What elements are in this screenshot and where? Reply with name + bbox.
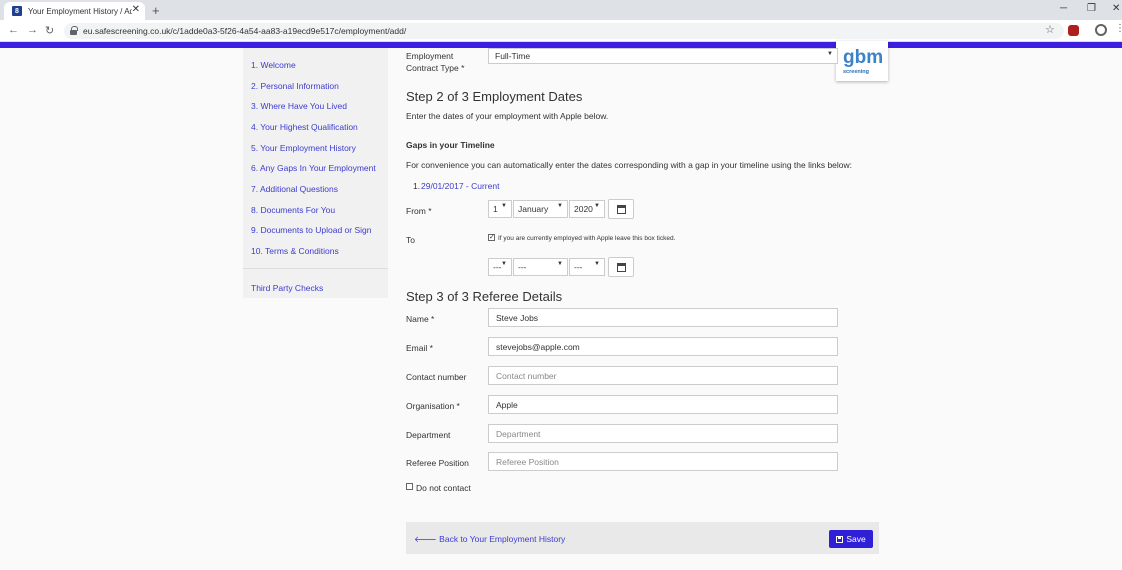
- from-year-select[interactable]: 2020 ▼: [569, 200, 605, 218]
- to-day-select[interactable]: --- ▼: [488, 258, 512, 276]
- name-label: Name *: [406, 314, 435, 324]
- menu-dots-icon[interactable]: ⋮: [1115, 23, 1122, 34]
- from-label: From *: [406, 206, 432, 216]
- new-tab-icon[interactable]: +: [152, 3, 160, 18]
- contract-type-value: Full-Time: [495, 51, 531, 61]
- save-button[interactable]: Save: [829, 530, 873, 548]
- browser-tab-strip: 8 Your Employment History / Add ✕ + ─ ❐ …: [0, 0, 1122, 20]
- favicon-icon: 8: [12, 6, 22, 16]
- sidebar-item-terms-conditions[interactable]: 10. Terms & Conditions: [251, 246, 339, 256]
- from-year-value: 2020: [574, 204, 593, 214]
- organisation-field[interactable]: [488, 395, 838, 414]
- address-bar[interactable]: eu.safescreening.co.uk/c/1adde0a3-5f26-4…: [64, 23, 1064, 39]
- browser-tab[interactable]: 8 Your Employment History / Add ✕: [4, 2, 145, 20]
- from-calendar-button[interactable]: [608, 199, 634, 219]
- currently-employed-checkbox[interactable]: ✓: [488, 234, 495, 241]
- referee-position-label: Referee Position: [406, 458, 469, 468]
- calendar-icon: [617, 205, 626, 214]
- do-not-contact-checkbox[interactable]: [406, 483, 413, 490]
- sidebar-item-highest-qualification[interactable]: 4. Your Highest Qualification: [251, 122, 358, 132]
- contract-type-label-line2: Contract Type *: [406, 63, 465, 73]
- do-not-contact-label: Do not contact: [416, 483, 471, 493]
- logo-mark-icon: gbm: [842, 45, 882, 67]
- floppy-disk-icon: [836, 535, 844, 543]
- contact-number-field[interactable]: [488, 366, 838, 385]
- restore-icon[interactable]: ❐: [1087, 3, 1096, 14]
- back-to-employment-history-link[interactable]: 🡐 Back to Your Employment History: [414, 534, 565, 545]
- from-day-select[interactable]: 1 ▼: [488, 200, 512, 218]
- chevron-down-icon: ▼: [594, 261, 600, 267]
- sidebar-item-additional-questions[interactable]: 7. Additional Questions: [251, 184, 338, 194]
- from-day-value: 1: [493, 204, 498, 214]
- currently-employed-text: If you are currently employed with Apple…: [498, 235, 676, 242]
- profile-icon[interactable]: [1095, 24, 1107, 36]
- browser-toolbar: ← → ↻ eu.safescreening.co.uk/c/1adde0a3-…: [0, 20, 1122, 42]
- contact-number-label: Contact number: [406, 372, 467, 382]
- from-month-select[interactable]: January ▼: [513, 200, 568, 218]
- department-label: Department: [406, 430, 451, 440]
- sidebar-item-documents-for-you[interactable]: 8. Documents For You: [251, 205, 335, 215]
- back-arrow-icon[interactable]: ←: [8, 24, 19, 36]
- contract-type-select[interactable]: Full-Time ▼: [488, 48, 838, 64]
- to-month-value: ---: [518, 262, 527, 272]
- gaps-text: For convenience you can automatically en…: [406, 160, 853, 170]
- to-year-select[interactable]: --- ▼: [569, 258, 605, 276]
- sidebar-item-welcome[interactable]: 1. Welcome: [251, 60, 296, 70]
- window-close-icon[interactable]: ✕: [1112, 3, 1120, 14]
- sidebar-item-documents-upload-sign[interactable]: 9. Documents to Upload or Sign: [251, 225, 371, 235]
- chevron-down-icon: ▼: [594, 203, 600, 209]
- sidebar-item-third-party-checks[interactable]: Third Party Checks: [251, 283, 323, 293]
- sidebar-item-employment-history[interactable]: 5. Your Employment History: [251, 143, 356, 153]
- email-label: Email *: [406, 343, 433, 353]
- extension-icon[interactable]: [1068, 25, 1079, 36]
- svg-text:gbm: gbm: [843, 47, 882, 67]
- step2-heading: Step 2 of 3 Employment Dates: [406, 89, 583, 104]
- company-logo: gbm screening: [836, 41, 888, 81]
- close-icon[interactable]: ✕: [132, 4, 140, 15]
- sidebar-divider: [243, 268, 388, 269]
- from-month-value: January: [518, 204, 549, 214]
- back-link-label: Back to Your Employment History: [439, 534, 566, 544]
- gap-link[interactable]: 29/01/2017 - Current: [421, 181, 499, 191]
- name-field[interactable]: [488, 308, 838, 327]
- sidebar-item-where-have-you-lived[interactable]: 3. Where Have You Lived: [251, 101, 347, 111]
- lock-icon: [70, 26, 78, 35]
- chevron-down-icon: ▼: [827, 51, 833, 57]
- organisation-label: Organisation *: [406, 401, 460, 411]
- calendar-icon: [617, 263, 626, 272]
- department-field[interactable]: [488, 424, 838, 443]
- to-calendar-button[interactable]: [608, 257, 634, 277]
- referee-position-field[interactable]: [488, 452, 838, 471]
- url-text: eu.safescreening.co.uk/c/1adde0a3-5f26-4…: [83, 26, 407, 36]
- email-field[interactable]: [488, 337, 838, 356]
- to-month-select[interactable]: --- ▼: [513, 258, 568, 276]
- contract-type-label-line1: Employment: [406, 51, 454, 61]
- minimize-icon[interactable]: ─: [1060, 3, 1067, 14]
- gaps-heading: Gaps in your Timeline: [406, 140, 495, 150]
- arrow-left-icon: 🡐: [414, 534, 437, 544]
- forward-arrow-icon[interactable]: →: [27, 24, 38, 36]
- chevron-down-icon: ▼: [501, 261, 507, 267]
- logo-text: screening: [843, 69, 869, 75]
- step3-heading: Step 3 of 3 Referee Details: [406, 289, 563, 304]
- to-label: To: [406, 235, 415, 245]
- step2-intro: Enter the dates of your employment with …: [406, 111, 609, 121]
- bookmark-star-icon[interactable]: ☆: [1045, 23, 1055, 36]
- sidebar-nav: 1. Welcome 2. Personal Information 3. Wh…: [243, 48, 388, 298]
- form-footer: 🡐 Back to Your Employment History Save: [406, 522, 879, 554]
- tab-title: Your Employment History / Add: [28, 6, 132, 16]
- to-year-value: ---: [574, 262, 583, 272]
- chevron-down-icon: ▼: [557, 261, 563, 267]
- chevron-down-icon: ▼: [557, 203, 563, 209]
- gap-number: 1.: [413, 181, 421, 191]
- chevron-down-icon: ▼: [501, 203, 507, 209]
- sidebar-item-gaps-in-employment[interactable]: 6. Any Gaps In Your Employment: [251, 163, 376, 173]
- save-label: Save: [846, 534, 866, 544]
- reload-icon[interactable]: ↻: [45, 24, 54, 37]
- sidebar-item-personal-information[interactable]: 2. Personal Information: [251, 81, 339, 91]
